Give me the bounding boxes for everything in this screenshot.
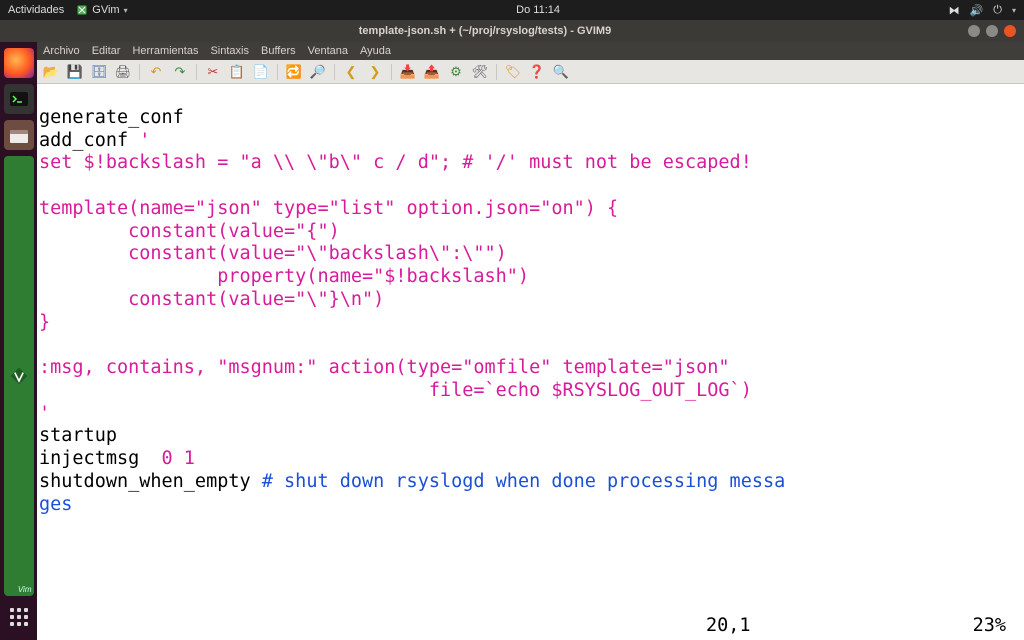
code-line: set $!backslash = "a \\ \"b\" c / d"; # … [39,152,752,173]
dock-item-files[interactable] [4,120,34,150]
window-title: template-json.sh + (~/proj/rsyslog/tests… [8,25,962,37]
dock [0,42,37,640]
code-line: property(name="$!backslash") [39,266,529,287]
tb-make-icon[interactable]: 🛠 [472,64,488,80]
tb-copy-icon[interactable]: 📋 [229,64,245,80]
code-line: ' [39,403,50,424]
power-icon[interactable]: ⏻ [993,4,1002,17]
menu-archivo[interactable]: Archivo [43,45,80,57]
menu-ayuda[interactable]: Ayuda [360,45,391,57]
menu-ventana[interactable]: Ventana [308,45,348,57]
activities-button[interactable]: Actividades [8,4,64,16]
system-menu-chevron-icon: ▾ [1012,6,1016,15]
tb-find-icon[interactable]: 🔍 [553,64,569,80]
tb-session-save-icon[interactable]: 📤 [424,64,440,80]
code-line: file=`echo $RSYSLOG_OUT_LOG`) [39,380,752,401]
code-line: ges [39,494,72,515]
code-line: generate_conf [39,107,184,128]
ruler-percent: 23% [926,615,1006,638]
tb-find-next-icon[interactable]: 🔎 [310,64,326,80]
terminal-icon [10,92,28,106]
tb-sep-6 [496,64,497,80]
code-line: ' [139,130,150,151]
tb-saveall-icon[interactable]: 🗄 [91,64,107,80]
network-icon[interactable]: ⧓ [949,4,960,17]
code-line: startup [39,425,117,446]
menubar: Archivo Editar Herramientas Sintaxis Buf… [37,42,1024,60]
window-maximize-button[interactable] [986,25,998,37]
tb-save-icon[interactable]: 💾 [67,64,83,80]
gvim-window: Archivo Editar Herramientas Sintaxis Buf… [37,42,1024,640]
tb-sep-5 [391,64,392,80]
tb-print-icon[interactable]: 🖨 [115,64,131,80]
tb-sep [139,64,140,80]
code-line: constant(value="\"}\n") [39,289,384,310]
code-line: # shut down rsyslogd when done processin… [262,471,785,492]
window-close-button[interactable] [1004,25,1016,37]
chevron-down-icon: ▾ [124,6,128,15]
tb-sep-3 [277,64,278,80]
dock-item-firefox[interactable] [4,48,34,78]
window-minimize-button[interactable] [968,25,980,37]
tb-sep-4 [334,64,335,80]
gvim-icon [9,366,29,386]
code-line: } [39,312,50,333]
menu-buffers[interactable]: Buffers [261,45,296,57]
editor-area[interactable]: generate_conf add_conf ' set $!backslash… [37,84,1024,640]
apps-grid-icon [10,608,28,626]
tb-cut-icon[interactable]: ✂ [205,64,221,80]
dock-item-terminal[interactable] [4,84,34,114]
tb-undo-icon[interactable]: ↶ [148,64,164,80]
window-titlebar[interactable]: template-json.sh + (~/proj/rsyslog/tests… [0,20,1024,42]
tb-session-load-icon[interactable]: 📥 [400,64,416,80]
tb-next-icon[interactable]: ❯ [367,64,383,80]
code-line: constant(value="\"backslash\":\"") [39,243,507,264]
tb-tags-icon[interactable]: 🏷 [505,64,521,80]
tb-paste-icon[interactable]: 📄 [253,64,269,80]
code-line: 0 1 [162,448,195,469]
tb-sep-2 [196,64,197,80]
menu-herramientas[interactable]: Herramientas [132,45,198,57]
menu-editar[interactable]: Editar [92,45,121,57]
ruler-position: 20,1 [706,615,926,638]
tb-help-icon[interactable]: ❓ [529,64,545,80]
app-menu-label: GVim [92,4,119,16]
dock-item-gvim[interactable] [4,156,34,596]
code-line: injectmsg [39,448,162,469]
tb-prev-icon[interactable]: ❮ [343,64,359,80]
code-line: shutdown_when_empty [39,471,262,492]
tb-run-icon[interactable]: ⚙ [448,64,464,80]
dock-item-apps[interactable] [4,602,34,632]
code-line: constant(value="{") [39,221,340,242]
tb-open-icon[interactable]: 📂 [43,64,59,80]
vim-ruler: 20,1 23% [37,615,1024,638]
toolbar: 📂 💾 🗄 🖨 ↶ ↷ ✂ 📋 📄 🔁 🔎 ❮ ❯ 📥 📤 ⚙ 🛠 🏷 ❓ [37,60,1024,84]
code-line: :msg, contains, "msgnum:" action(type="o… [39,357,730,378]
menu-sintaxis[interactable]: Sintaxis [210,45,249,57]
code-line: add_conf [39,130,139,151]
gnome-top-bar: Actividades GVim ▾ Do 11:14 ⧓ 🔊 ⏻ ▾ [0,0,1024,20]
app-menu[interactable]: GVim ▾ [76,4,127,16]
tb-find-replace-icon[interactable]: 🔁 [286,64,302,80]
gvim-menu-icon [76,4,88,16]
code-line: template(name="json" type="list" option.… [39,198,618,219]
volume-icon[interactable]: 🔊 [970,4,984,17]
files-icon [10,127,28,143]
tb-redo-icon[interactable]: ↷ [172,64,188,80]
clock[interactable]: Do 11:14 [128,4,949,16]
